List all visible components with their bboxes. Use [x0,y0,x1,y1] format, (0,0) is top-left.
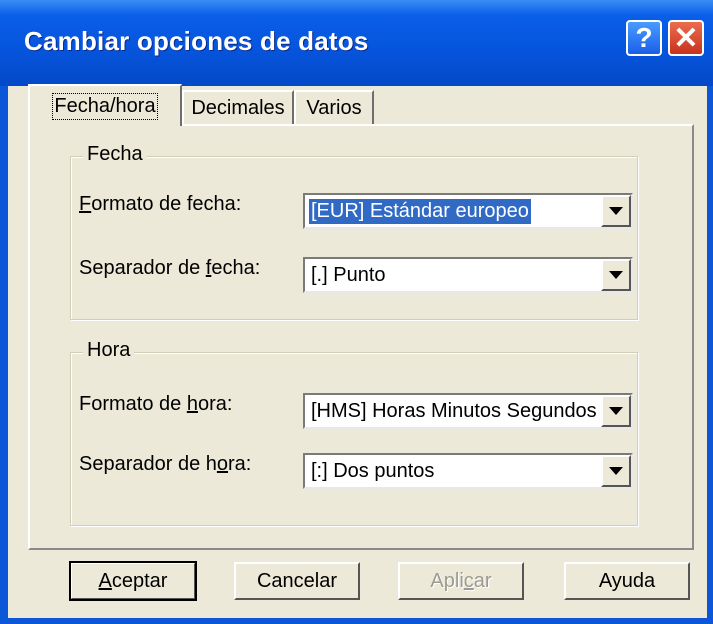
time-separator-select[interactable]: [:] Dos puntos [303,453,633,489]
tab-fecha-hora[interactable]: Fecha/hora [28,84,182,126]
cancel-button[interactable]: Cancelar [234,562,360,600]
group-fecha: Fecha Formato de fecha: [EUR] Estándar e… [70,143,638,320]
date-format-label: Formato de fecha: [79,193,242,215]
group-title-hora: Hora [83,339,135,362]
date-separator-dropdown-button[interactable] [601,259,631,291]
chevron-down-icon [609,467,623,475]
time-format-dropdown-button[interactable] [601,395,631,427]
chevron-down-icon [609,207,623,215]
tab-varios[interactable]: Varios [294,90,374,124]
date-separator-select[interactable]: [.] Punto [303,257,633,293]
tab-panel-fecha-hora: Fecha Formato de fecha: [EUR] Estándar e… [28,124,694,550]
dialog-client-area: Fecha/hora Decimales Varios Fecha Format… [8,84,707,618]
time-separator-value: [:] Dos puntos [311,460,435,482]
group-title-fecha: Fecha [83,143,147,166]
time-format-select[interactable]: [HMS] Horas Minutos Segundos [303,393,633,429]
date-separator-label: Separador de fecha: [79,257,261,279]
time-separator-dropdown-button[interactable] [601,455,631,487]
close-icon: ✕ [673,21,699,55]
date-format-value: [EUR] Estándar europeo [309,199,531,224]
close-button[interactable]: ✕ [668,20,704,56]
time-format-label: Formato de hora: [79,393,233,415]
date-separator-value: [.] Punto [311,264,386,286]
time-format-value: [HMS] Horas Minutos Segundos [311,400,597,422]
apply-button[interactable]: Apli c ar [398,562,524,600]
tab-decimales[interactable]: Decimales [182,90,294,124]
tab-label: Decimales [191,96,285,119]
time-separator-label: Separador de hora: [79,453,252,475]
date-format-select[interactable]: [EUR] Estándar europeo [303,193,633,229]
chevron-down-icon [609,271,623,279]
chevron-down-icon [609,407,623,415]
help-button-bottom[interactable]: Ayuda [564,562,690,600]
group-hora: Hora Formato de hora: [HMS] Horas Minuto… [70,339,638,526]
help-button[interactable]: ? [626,20,662,56]
title-bar[interactable]: Cambiar opciones de datos ? ✕ [0,0,713,86]
tab-label: Fecha/hora [52,92,158,120]
tab-label: Varios [306,96,362,119]
window-title: Cambiar opciones de datos [24,26,369,56]
accept-button[interactable]: Aceptar [69,561,197,601]
question-icon: ? [635,22,653,53]
date-format-dropdown-button[interactable] [601,195,631,227]
dialog-window: Cambiar opciones de datos ? ✕ Fecha/hora… [0,0,713,624]
